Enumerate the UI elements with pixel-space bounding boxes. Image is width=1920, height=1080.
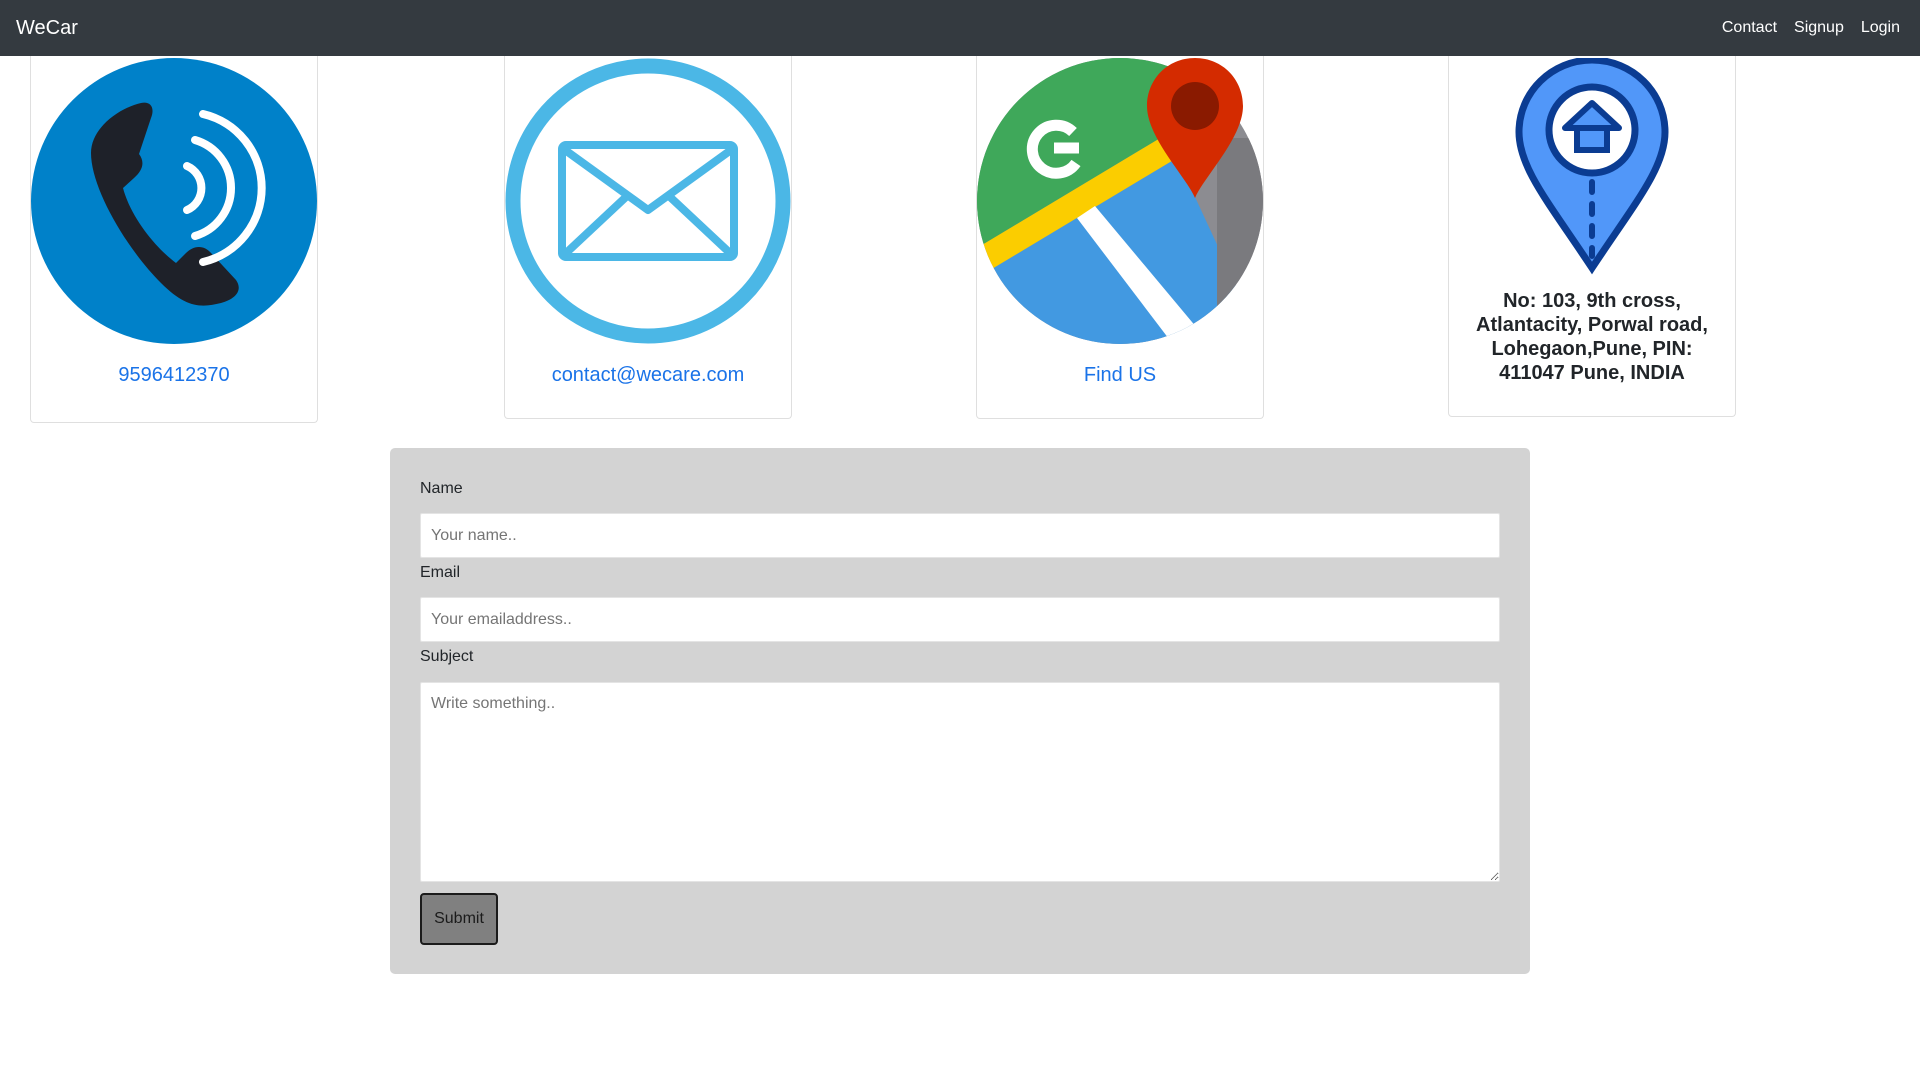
nav-links: Contact Signup Login [1722,0,1900,56]
mail-icon [505,58,791,344]
contact-form: Name Email Subject Submit [390,448,1530,974]
google-maps-icon [977,58,1263,344]
email-label: Email [420,564,461,581]
phone-number-link[interactable]: 9596412370 [31,364,317,387]
top-navbar: WeCar Contact Signup Login [0,0,1920,56]
nav-link-login[interactable]: Login [1861,19,1900,37]
address-text: No: 103, 9th cross, Atlantacity, Porwal … [1476,290,1708,384]
subject-label: Subject [420,648,474,665]
name-label: Name [420,480,463,497]
contact-card-address: No: 103, 9th cross, Atlantacity, Porwal … [1448,56,1736,417]
email-link[interactable]: contact@wecare.com [505,364,791,387]
email-input[interactable] [420,597,1500,642]
contact-card-phone: 9596412370 [30,56,318,423]
nav-link-signup[interactable]: Signup [1794,19,1844,37]
find-us-link[interactable]: Find US [977,364,1263,387]
contact-card-map: Find US [976,56,1264,419]
brand-logo[interactable]: WeCar [16,0,78,56]
submit-button[interactable]: Submit [420,893,498,945]
nav-link-contact[interactable]: Contact [1722,19,1777,37]
subject-textarea[interactable] [420,682,1500,882]
name-input[interactable] [420,513,1500,558]
contact-card-email: contact@wecare.com [504,56,792,419]
phone-icon [31,58,317,344]
